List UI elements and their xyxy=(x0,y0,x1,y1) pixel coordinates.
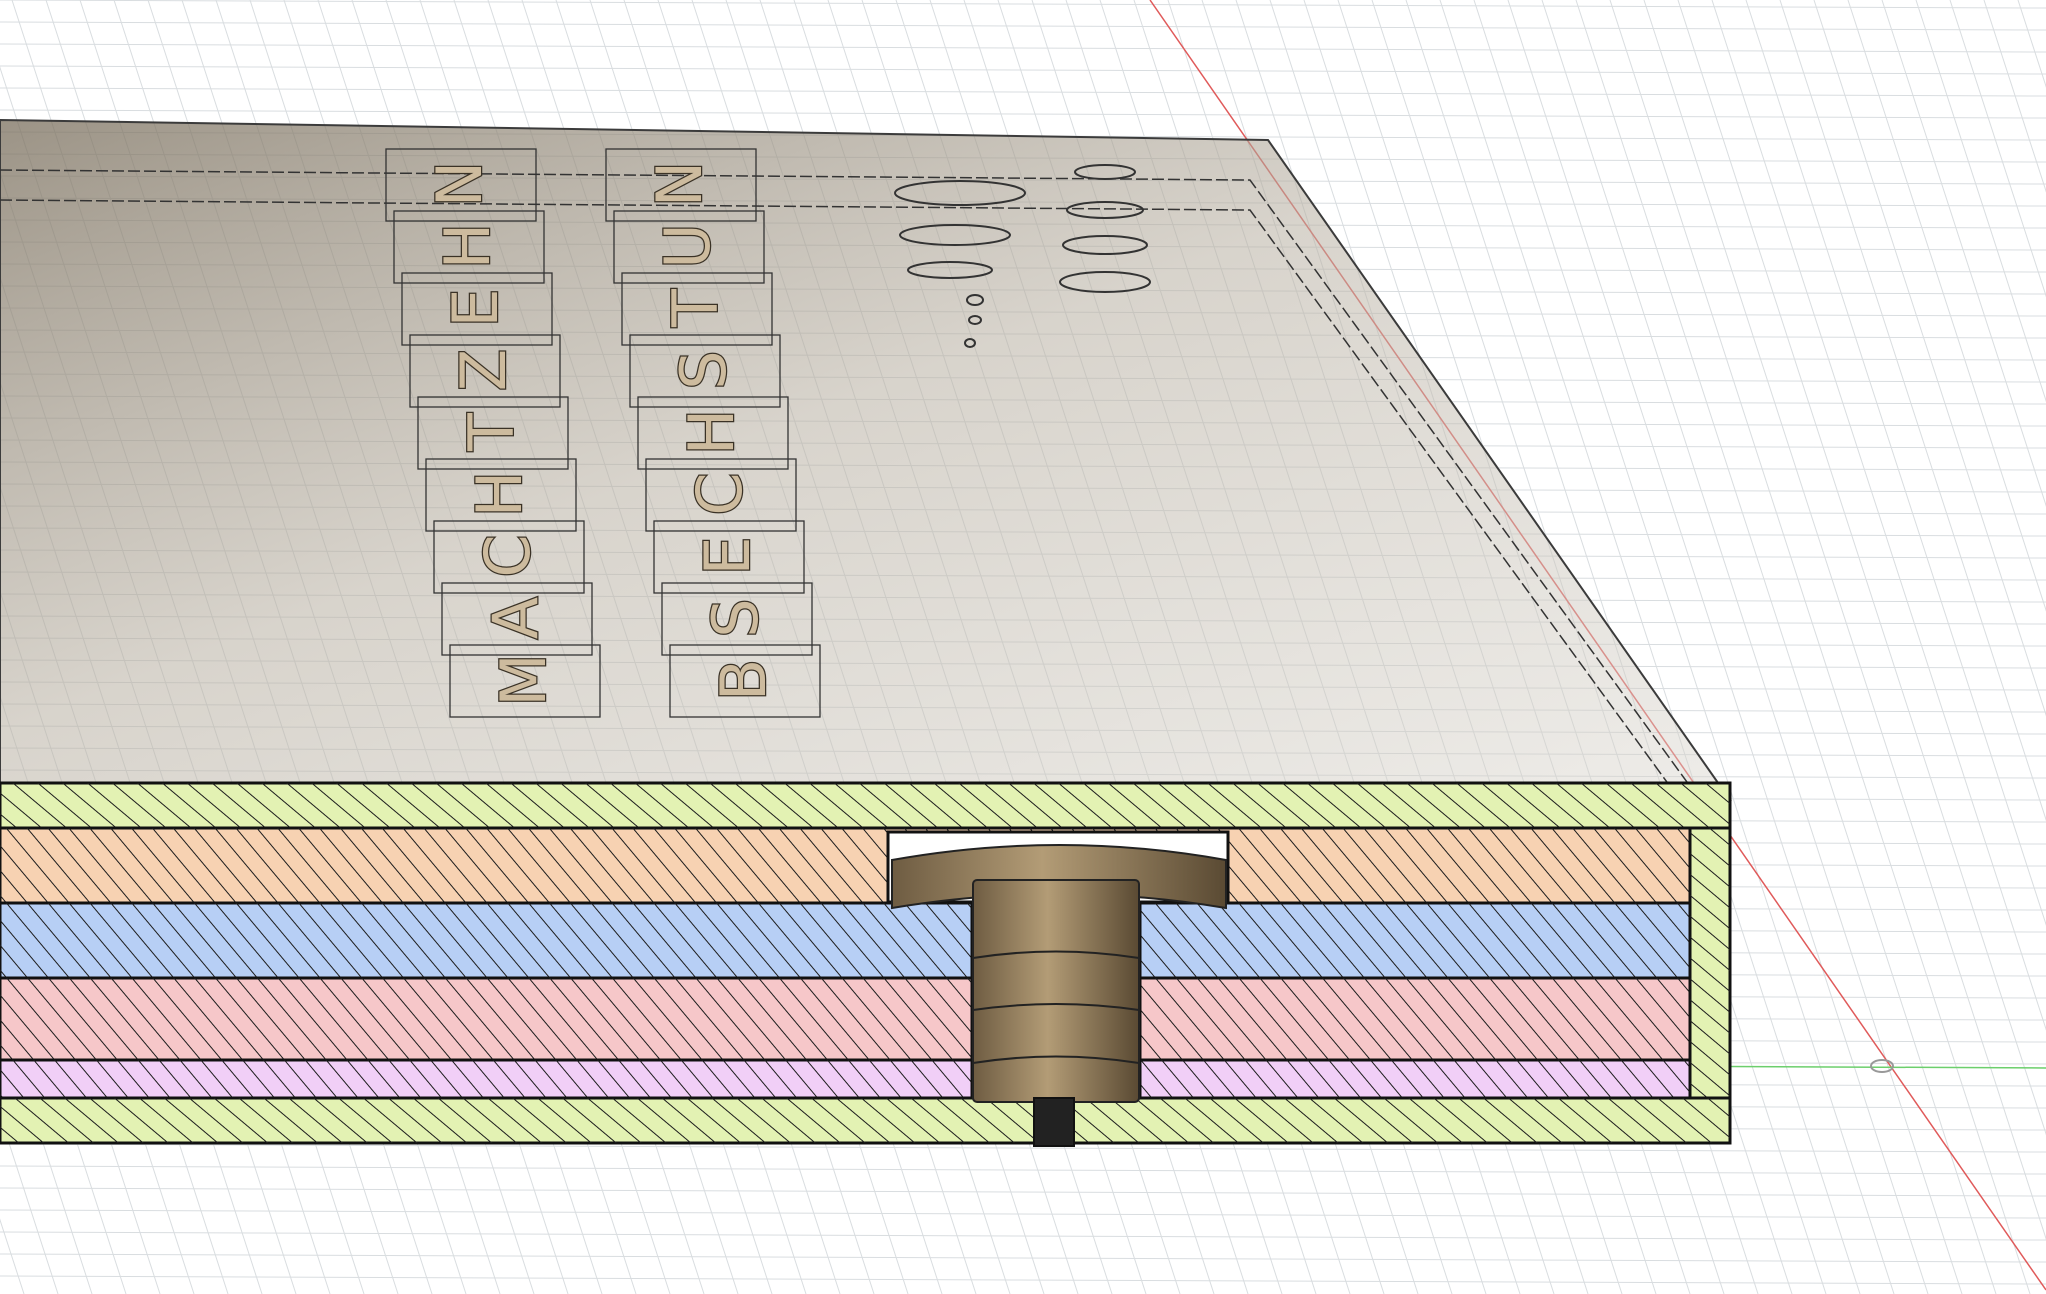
letter-glyph: U xyxy=(651,223,724,268)
bottom-slot xyxy=(1033,1097,1075,1147)
grid-line xyxy=(0,1187,2046,1197)
letter-glyph: S xyxy=(667,350,740,389)
grid-line xyxy=(0,43,2046,53)
bolt-shaft[interactable] xyxy=(972,879,1140,1103)
grid-line xyxy=(0,0,2046,9)
grid-line xyxy=(0,87,2046,97)
grid-line xyxy=(1847,0,2046,612)
grid-line xyxy=(0,1165,2046,1175)
grid-line xyxy=(0,1253,2046,1263)
letter-glyph: N xyxy=(643,161,716,207)
letter-glyph: H xyxy=(675,409,748,456)
cross-section[interactable] xyxy=(0,781,1732,1147)
letter-glyph: T xyxy=(455,412,528,452)
letter-glyph: C xyxy=(683,472,756,515)
letter-glyph: T xyxy=(659,288,732,328)
letter-glyph: E xyxy=(691,536,764,575)
grid-line xyxy=(1711,0,2046,1031)
grid-line xyxy=(0,21,2046,31)
letter-glyph: H xyxy=(431,223,504,270)
grid-line xyxy=(2017,0,2046,88)
letter-glyph: B xyxy=(707,659,780,702)
grid-line xyxy=(1813,0,2046,717)
letter-glyph: M xyxy=(487,653,560,707)
3d-viewport[interactable]: BSECHSTUNMACHTZEHN xyxy=(0,0,2046,1294)
letter-glyph: E xyxy=(439,288,512,327)
top-plate-face[interactable] xyxy=(0,118,1732,802)
model-canvas[interactable]: BSECHSTUNMACHTZEHN xyxy=(0,0,2046,1294)
letter-glyph: A xyxy=(479,597,552,639)
grid-line xyxy=(1881,0,2046,507)
letter-glyph: N xyxy=(423,161,496,207)
letter-glyph: H xyxy=(463,471,536,518)
grid-line xyxy=(1949,0,2046,298)
grid-line xyxy=(1915,0,2046,403)
grid-line xyxy=(1677,0,2046,1136)
grid-line xyxy=(0,1209,2046,1219)
grid-line xyxy=(0,1275,2046,1285)
grid-line xyxy=(0,109,2046,119)
grid-line xyxy=(1983,0,2046,193)
grid-line xyxy=(0,1143,2046,1153)
letter-glyph: S xyxy=(699,598,772,637)
letter-glyph: Z xyxy=(447,349,520,391)
letter-glyph: C xyxy=(471,534,544,577)
